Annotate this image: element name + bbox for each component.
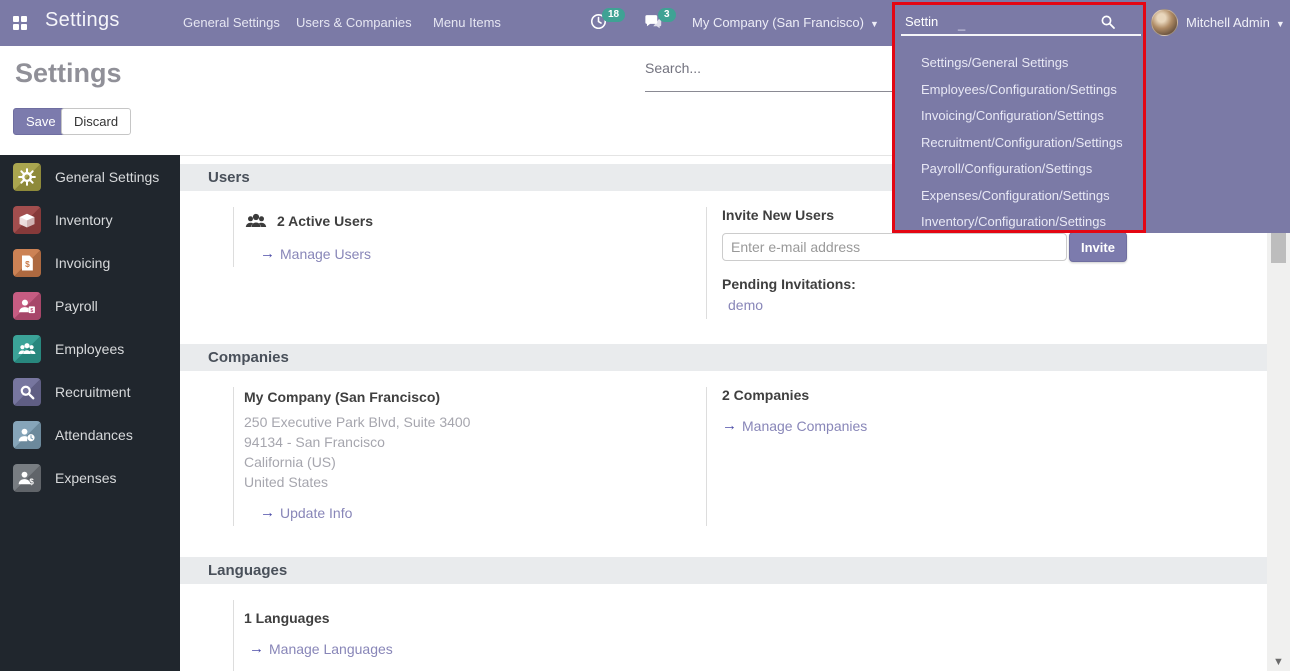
address-line: California (US) — [244, 452, 706, 472]
company-title: My Company (San Francisco) — [244, 389, 706, 405]
arrow-right-icon: → — [249, 640, 264, 657]
company-switcher[interactable]: My Company (San Francisco) ▼ — [692, 15, 879, 30]
address-line: 250 Executive Park Blvd, Suite 3400 — [244, 412, 706, 432]
companies-count: 2 Companies — [722, 387, 1267, 403]
arrow-right-icon: → — [260, 245, 275, 262]
expense-person-icon: $ — [13, 464, 41, 492]
activity-count-badge[interactable]: 18 — [602, 8, 625, 22]
invite-button[interactable]: Invite — [1069, 232, 1127, 262]
clock-person-icon — [13, 421, 41, 449]
search-underline — [901, 34, 1141, 36]
menu-search-input[interactable]: Settin — [905, 14, 938, 29]
languages-count: 1 Languages — [244, 610, 706, 626]
discard-button[interactable]: Discard — [61, 108, 131, 135]
sidebar-item-recruitment[interactable]: Recruitment — [0, 370, 180, 413]
active-users-icon — [244, 209, 268, 233]
manage-users-link[interactable]: → Manage Users — [260, 245, 371, 262]
people-icon — [13, 335, 41, 363]
manage-languages-label: Manage Languages — [269, 641, 393, 657]
message-count-badge[interactable]: 3 — [658, 8, 676, 22]
chevron-down-icon: ▼ — [1276, 19, 1285, 29]
svg-text:$: $ — [25, 258, 30, 268]
svg-text:$: $ — [30, 307, 33, 313]
menu-search-dropdown: Settings/General Settings Employees/Conf… — [895, 46, 1290, 233]
scrollbar-down-arrow-icon[interactable]: ▼ — [1267, 656, 1290, 668]
sidebar-item-label: Invoicing — [55, 255, 110, 271]
svg-text:$: $ — [29, 477, 34, 486]
search-suggestion[interactable]: Payroll/Configuration/Settings — [895, 156, 1290, 183]
breadcrumb: Settings — [15, 58, 122, 89]
top-navbar: Settings General Settings Users & Compan… — [0, 0, 1290, 46]
sidebar-item-general-settings[interactable]: General Settings — [0, 155, 180, 198]
search-suggestion[interactable]: Expenses/Configuration/Settings — [895, 183, 1290, 210]
section-header-companies: Companies — [180, 344, 1267, 371]
languages-section: 1 Languages → Manage Languages — [180, 600, 1267, 671]
search-suggestion[interactable]: Settings/General Settings — [895, 50, 1290, 77]
search-suggestion[interactable]: Employees/Configuration/Settings — [895, 77, 1290, 104]
sidebar-item-invoicing[interactable]: $ Invoicing — [0, 241, 180, 284]
apps-grid-icon[interactable] — [13, 16, 27, 30]
pending-invitations-label: Pending Invitations: — [722, 276, 1267, 292]
sidebar-item-label: General Settings — [55, 169, 159, 185]
update-info-link[interactable]: → Update Info — [260, 504, 352, 521]
manage-companies-link[interactable]: → Manage Companies — [722, 417, 867, 434]
invite-email-field[interactable] — [722, 233, 1067, 261]
settings-sidebar: General Settings Inventory $ Invoicing $… — [0, 155, 180, 671]
search-suggestion[interactable]: Recruitment/Configuration/Settings — [895, 130, 1290, 157]
search-suggestion[interactable]: Invoicing/Configuration/Settings — [895, 103, 1290, 130]
company-name: My Company (San Francisco) — [692, 15, 864, 30]
sidebar-item-label: Expenses — [55, 470, 116, 486]
app-title[interactable]: Settings — [45, 9, 120, 32]
address-line: United States — [244, 472, 706, 492]
chevron-down-icon: ▼ — [870, 19, 879, 29]
companies-section: My Company (San Francisco) 250 Executive… — [180, 387, 1267, 526]
user-name-label: Mitchell Admin — [1186, 15, 1270, 30]
company-address: 250 Executive Park Blvd, Suite 3400 9413… — [244, 412, 706, 492]
sidebar-item-label: Attendances — [55, 427, 133, 443]
sidebar-item-payroll[interactable]: $ Payroll — [0, 284, 180, 327]
manage-companies-label: Manage Companies — [742, 418, 867, 434]
manage-languages-link[interactable]: → Manage Languages — [249, 640, 393, 657]
user-menu[interactable]: Mitchell Admin ▼ — [1186, 15, 1285, 30]
sidebar-item-label: Recruitment — [55, 384, 130, 400]
menu-general-settings[interactable]: General Settings — [183, 15, 280, 30]
menu-menu-items[interactable]: Menu Items — [433, 15, 501, 30]
sidebar-item-label: Employees — [55, 341, 124, 357]
sidebar-item-expenses[interactable]: $ Expenses — [0, 456, 180, 499]
sidebar-item-label: Inventory — [55, 212, 113, 228]
manage-users-label: Manage Users — [280, 246, 371, 262]
box-icon — [13, 206, 41, 234]
arrow-right-icon: → — [260, 504, 275, 521]
user-avatar[interactable] — [1151, 9, 1178, 36]
search-icon[interactable] — [1099, 13, 1117, 31]
gear-icon — [13, 163, 41, 191]
sidebar-item-employees[interactable]: Employees — [0, 327, 180, 370]
sidebar-item-label: Payroll — [55, 298, 98, 314]
search-suggestion[interactable]: Inventory/Configuration/Settings — [895, 209, 1290, 236]
menu-users-companies[interactable]: Users & Companies — [296, 15, 412, 30]
invoice-icon: $ — [13, 249, 41, 277]
text-cursor: _ — [958, 16, 965, 31]
arrow-right-icon: → — [722, 417, 737, 434]
section-header-languages: Languages — [180, 557, 1267, 584]
sidebar-item-inventory[interactable]: Inventory — [0, 198, 180, 241]
address-line: 94134 - San Francisco — [244, 432, 706, 452]
magnifier-icon — [13, 378, 41, 406]
update-info-label: Update Info — [280, 505, 352, 521]
active-users-count: 2 Active Users — [277, 213, 373, 229]
sidebar-item-attendances[interactable]: Attendances — [0, 413, 180, 456]
pending-user-link[interactable]: demo — [722, 297, 1267, 313]
payroll-icon: $ — [13, 292, 41, 320]
